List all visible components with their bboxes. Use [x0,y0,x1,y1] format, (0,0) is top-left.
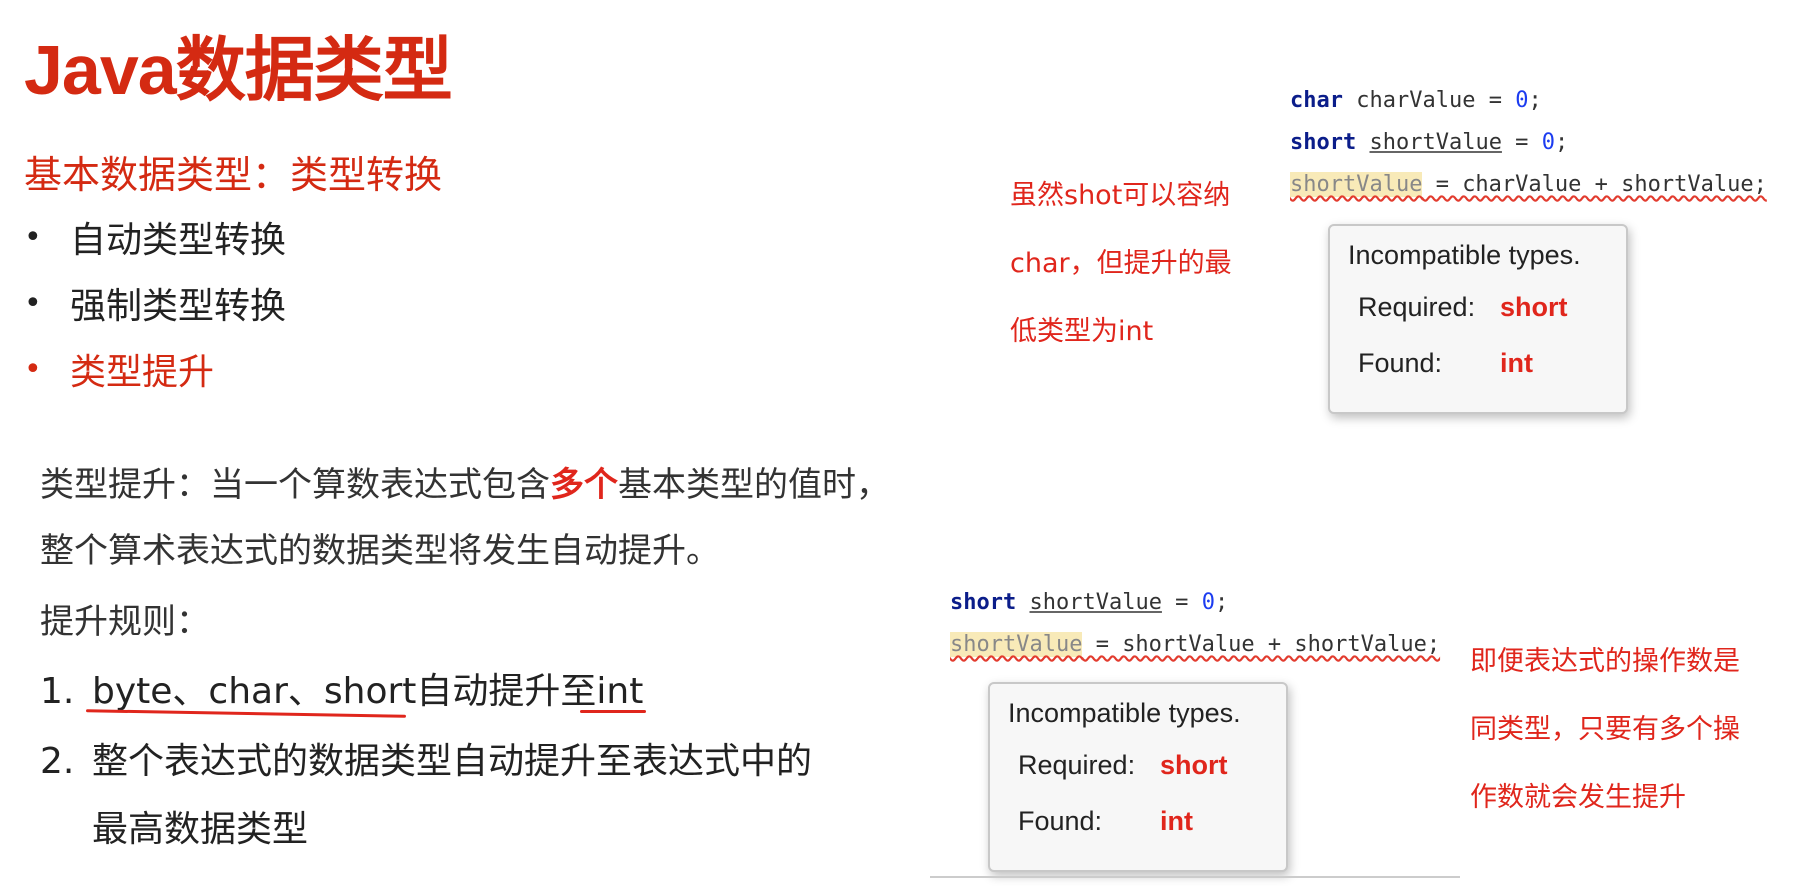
code-line: short shortValue = 0; [950,590,1228,615]
annotation-note: 即便表达式的操作数是 同类型，只要有多个操 作数就会发生提升 [1470,628,1740,832]
tooltip-required-label: Required: [1018,750,1136,780]
note-line: 同类型，只要有多个操 [1470,714,1740,745]
code-semicolon: ; [1554,130,1569,155]
rule-item-2-continued: 最高数据类型 [92,809,309,850]
bullet-dot-icon: • [24,219,42,255]
tooltip-required-value: short [1500,292,1568,322]
code-operator: = [1501,130,1542,155]
code-operator: = [1161,590,1202,615]
code-number: 0 [1541,130,1555,155]
rule-item-1: 1. byte、char、short自动提升至int [40,662,643,714]
code-variable: shortValue [1369,130,1502,155]
rules-title: 提升规则： [40,602,210,642]
tooltip-heading: Incompatible types. [1348,240,1581,270]
tooltip-heading: Incompatible types. [1008,698,1241,728]
code-line: short shortValue = 0; [1290,130,1568,155]
error-tooltip: Incompatible types. Required: short Foun… [1328,224,1628,414]
tooltip-found-value: int [1500,348,1533,378]
bullet-dot-icon: • [24,285,42,321]
code-expression: = charValue + shortValue; [1422,172,1767,197]
code-highlight-variable: shortValue [950,632,1083,657]
code-line-error: shortValue = shortValue + shortValue; [950,632,1440,657]
code-highlight-variable: shortValue [1290,172,1423,197]
error-tooltip: Incompatible types. Required: short Foun… [988,682,1288,872]
note-line: 即便表达式的操作数是 [1470,646,1740,677]
tooltip-required-label: Required: [1358,292,1476,322]
bullet-item: • 强制类型转换 [24,270,286,336]
annotation-note: 虽然shot可以容纳 char，但提升的最 低类型为int [1010,162,1232,366]
code-semicolon: ; [1528,88,1542,113]
rule-text: byte、char、short自动提升至int [92,671,644,712]
code-number: 0 [1515,88,1529,113]
code-semicolon: ; [1214,590,1229,615]
code-keyword: short [1290,130,1357,155]
paragraph-part1: 类型提升：当一个算数表达式包含 [40,465,550,505]
note-line: 低类型为int [1010,316,1154,347]
bullet-item-active: • 类型提升 [24,336,286,402]
bullet-list: • 自动类型转换 • 强制类型转换 • 类型提升 [24,204,286,402]
promotion-paragraph: 类型提升：当一个算数表达式包含多个基本类型的值时，整个算术表达式的数据类型将发生… [40,452,900,584]
bullet-text: 自动类型转换 [70,220,287,261]
rule-item-2: 2. 整个表达式的数据类型自动提升至表达式中的 [40,732,812,784]
bullet-text: 强制类型转换 [70,286,287,327]
code-keyword: char [1290,88,1343,113]
rule-number: 2. [40,741,75,782]
rule-text: 整个表达式的数据类型自动提升至表达式中的 [92,741,813,782]
note-line: 作数就会发生提升 [1470,782,1686,813]
code-variable: charValue [1356,88,1476,113]
tooltip-required-value: short [1160,750,1228,780]
bullet-item: • 自动类型转换 [24,204,286,270]
bullet-dot-icon: • [24,351,42,387]
paragraph-emphasis: 多个 [550,465,618,505]
tooltip-found-value: int [1160,806,1193,836]
code-number: 0 [1201,590,1215,615]
code-operator: = [1475,88,1516,113]
code-expression: = shortValue + shortValue; [1082,632,1441,657]
code-line: char charValue = 0; [1290,88,1542,113]
note-line: 虽然shot可以容纳 [1010,180,1231,211]
slide-title: Java数据类型 [24,31,453,109]
int-underline-mark [580,710,646,713]
bullet-text: 类型提升 [70,352,215,393]
tooltip-found-label: Found: [1018,806,1103,836]
code-keyword: short [950,590,1017,615]
rule-number: 1. [40,671,75,712]
code-line-error: shortValue = charValue + shortValue; [1290,172,1767,197]
note-line: char，但提升的最 [1010,248,1232,279]
code-variable: shortValue [1029,590,1162,615]
tooltip-found-label: Found: [1358,348,1443,378]
divider [930,876,1460,878]
section-subtitle: 基本数据类型：类型转换 [24,153,443,197]
